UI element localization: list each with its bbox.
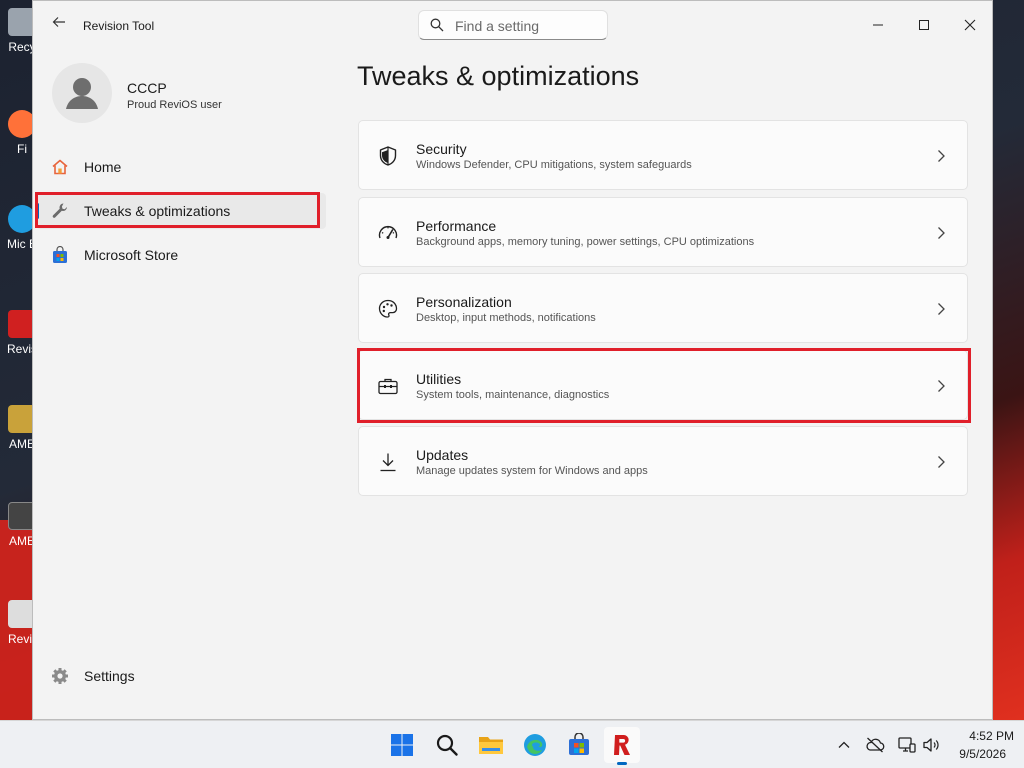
avatar[interactable] [52, 63, 112, 123]
close-icon [964, 19, 976, 31]
card-performance[interactable]: Performance Background apps, memory tuni… [358, 197, 968, 267]
card-title: Utilities [416, 371, 462, 387]
store-icon [569, 733, 589, 755]
gear-icon [50, 666, 70, 686]
tray-onedrive[interactable] [865, 735, 885, 755]
card-title: Performance [416, 218, 497, 234]
sidebar-item-label: Settings [84, 668, 135, 684]
search-icon [430, 18, 444, 32]
active-app-indicator [617, 762, 627, 765]
taskbar: 4:52 PM 9/5/2026 [0, 720, 1024, 768]
edge-icon [524, 734, 546, 756]
search-box[interactable] [418, 10, 608, 40]
sidebar-item-tweaks[interactable]: Tweaks & optimizations [36, 193, 326, 229]
cloud-offline-icon [866, 737, 885, 753]
start-button[interactable] [384, 727, 420, 763]
chevron-right-icon [938, 227, 945, 239]
card-description: Manage updates system for Windows and ap… [416, 465, 648, 477]
palette-icon [378, 299, 398, 318]
shield-icon [379, 146, 397, 166]
taskbar-edge[interactable] [517, 727, 553, 763]
clock-time[interactable]: 4:52 PM [944, 729, 1014, 743]
card-description: Desktop, input methods, notifications [416, 312, 596, 324]
speedometer-icon [378, 225, 398, 239]
sidebar-item-label: Home [84, 159, 122, 175]
tray-network[interactable] [897, 735, 917, 755]
sidebar-item-home[interactable]: Home [36, 149, 326, 185]
back-button[interactable] [47, 13, 71, 37]
card-description: Windows Defender, CPU mitigations, syste… [416, 159, 692, 171]
card-description: Background apps, memory tuning, power se… [416, 236, 755, 248]
card-updates[interactable]: Updates Manage updates system for Window… [358, 426, 968, 496]
card-description: System tools, maintenance, diagnostics [416, 389, 610, 401]
sidebar-item-label: Tweaks & optimizations [84, 203, 231, 219]
download-icon [380, 453, 396, 472]
windows-logo-icon [391, 734, 413, 756]
taskbar-file-explorer[interactable] [473, 727, 509, 763]
network-icon [898, 737, 916, 753]
tray-overflow-button[interactable] [834, 735, 854, 755]
chevron-up-icon [838, 741, 850, 748]
taskbar-microsoft-store[interactable] [561, 727, 597, 763]
sidebar-item-settings[interactable]: Settings [36, 658, 326, 694]
card-title: Security [416, 141, 467, 157]
minimize-button[interactable] [855, 9, 901, 41]
app-title: Revision Tool [83, 19, 155, 33]
sidebar-item-label: Microsoft Store [84, 247, 179, 263]
desktop-icon-label: Fi [17, 142, 27, 156]
speaker-icon [923, 738, 939, 752]
minimize-icon [873, 24, 883, 26]
store-icon [50, 245, 70, 265]
toolbox-icon [378, 378, 398, 395]
chevron-right-icon [938, 150, 945, 162]
maximize-button[interactable] [901, 9, 947, 41]
card-security[interactable]: Security Windows Defender, CPU mitigatio… [358, 120, 968, 190]
chevron-right-icon [938, 380, 945, 392]
app-window: Revision Tool CCCP Proud ReviOS user [32, 0, 993, 720]
wrench-icon [50, 201, 70, 221]
clock-date[interactable]: 9/5/2026 [944, 747, 1006, 761]
folder-icon [479, 737, 503, 754]
search-input[interactable] [455, 16, 600, 36]
search-icon [436, 734, 458, 756]
profile-name: CCCP [127, 80, 167, 96]
card-title: Personalization [416, 294, 512, 310]
sidebar-item-microsoft-store[interactable]: Microsoft Store [36, 237, 326, 273]
taskbar-revision-tool[interactable] [604, 727, 640, 763]
card-personalization[interactable]: Personalization Desktop, input methods, … [358, 273, 968, 343]
home-icon [50, 157, 70, 177]
tray-volume[interactable] [921, 735, 941, 755]
card-utilities[interactable]: Utilities System tools, maintenance, dia… [358, 350, 968, 420]
maximize-icon [919, 20, 929, 30]
chevron-right-icon [938, 456, 945, 468]
arrow-left-icon [52, 17, 65, 27]
card-title: Updates [416, 447, 469, 463]
close-button[interactable] [947, 9, 993, 41]
page-title: Tweaks & optimizations [357, 61, 640, 91]
title-bar: Revision Tool [33, 1, 992, 49]
user-icon [66, 78, 98, 109]
taskbar-search-button[interactable] [429, 727, 465, 763]
profile-subtitle: Proud ReviOS user [127, 99, 222, 111]
chevron-right-icon [938, 303, 945, 315]
revision-logo-icon [614, 735, 630, 755]
